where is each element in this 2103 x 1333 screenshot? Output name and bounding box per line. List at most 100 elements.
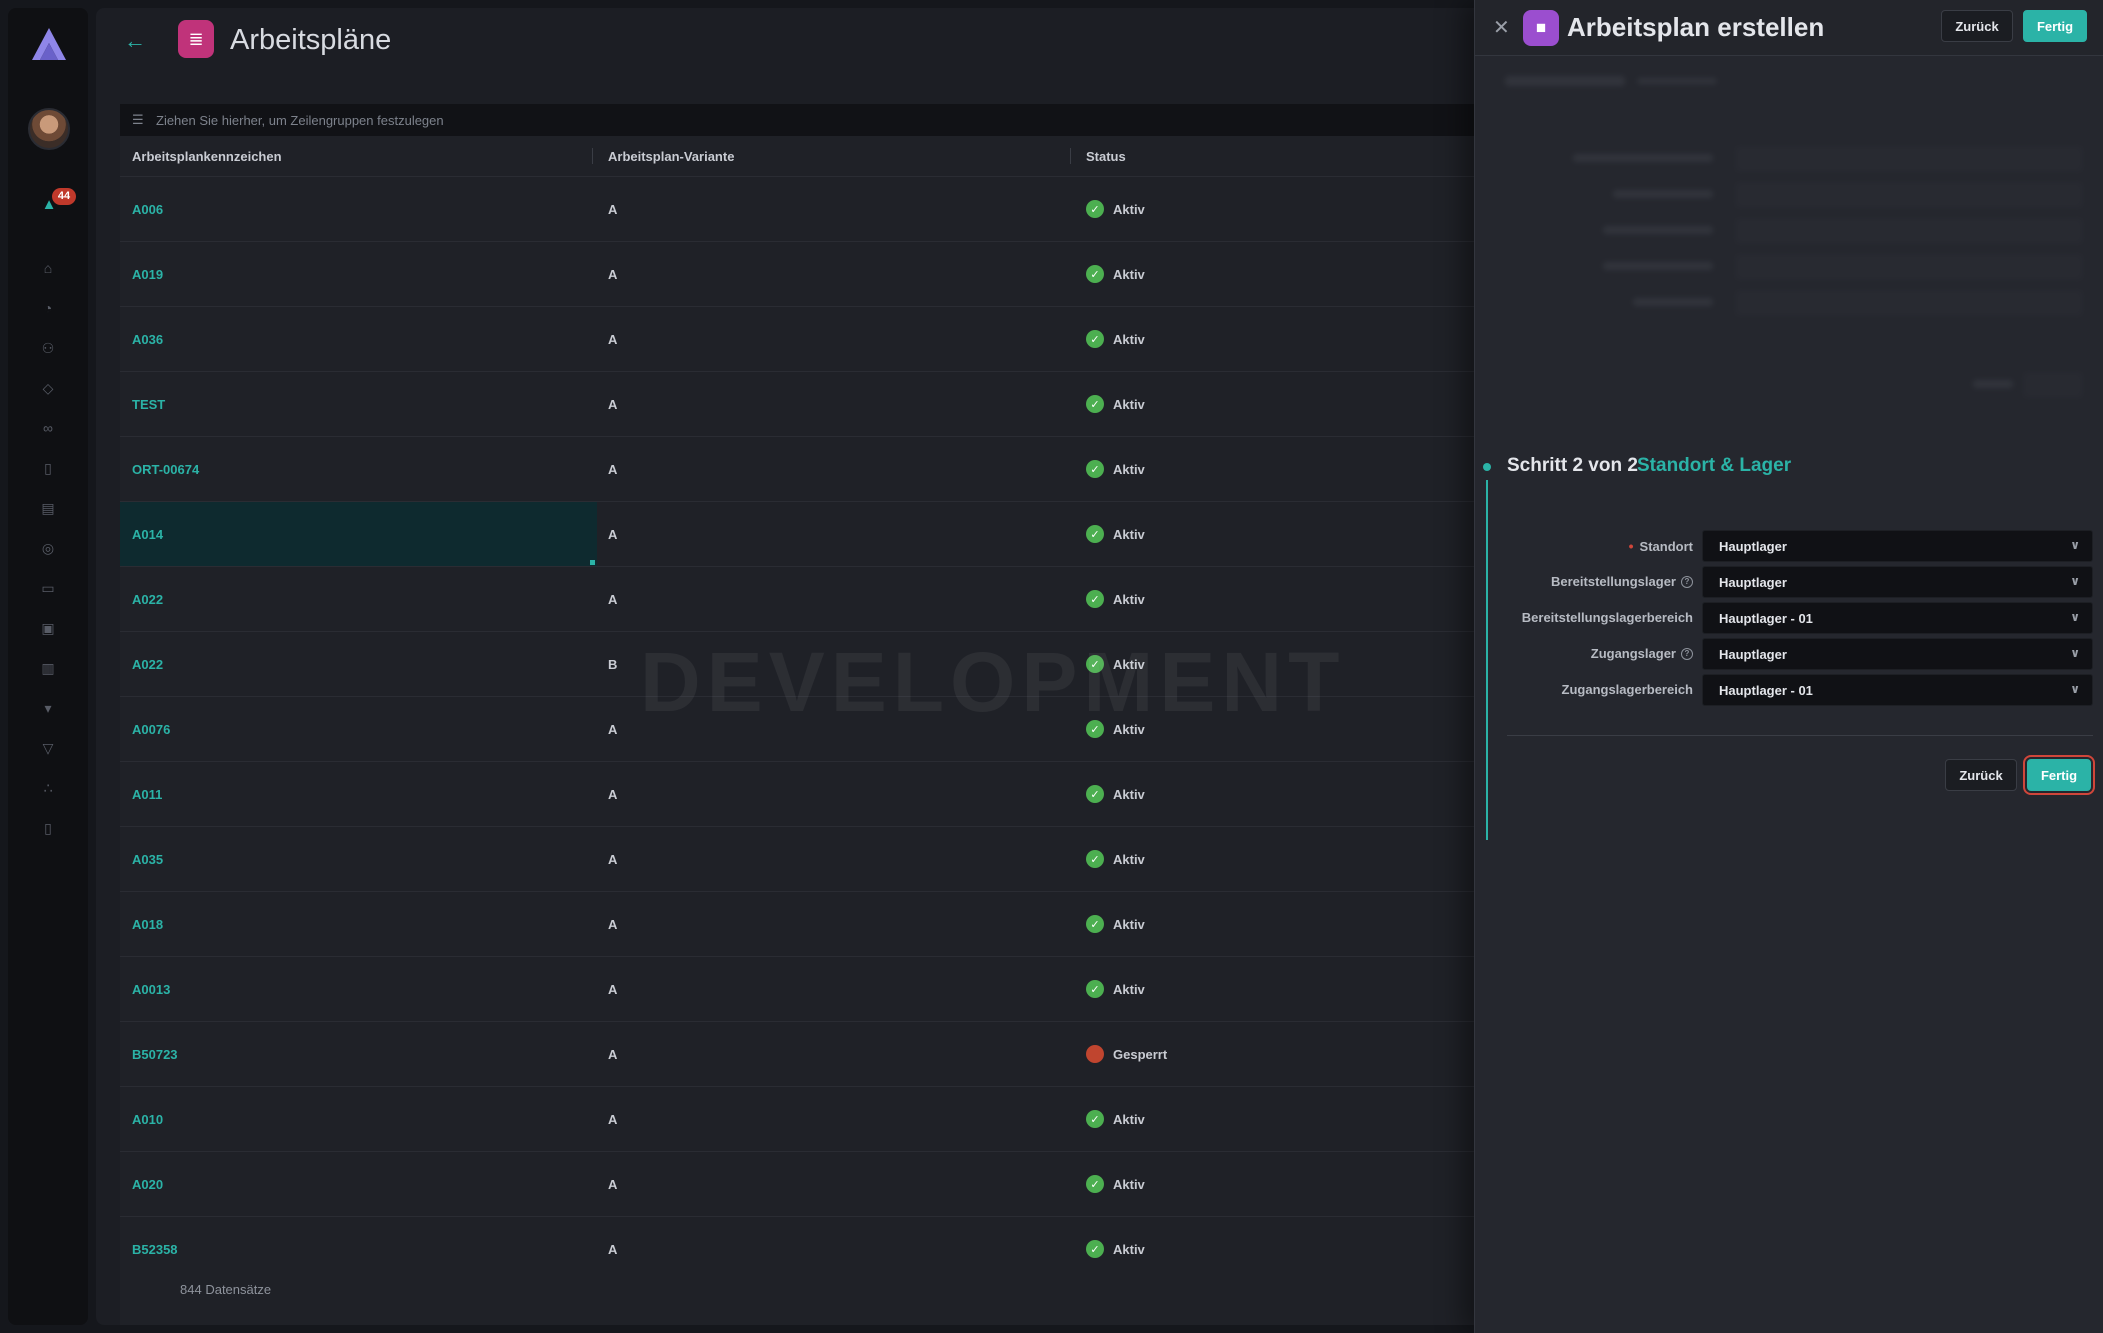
cell-kennzeichen[interactable]: A006 <box>120 177 597 241</box>
cell-kennzeichen[interactable]: A019 <box>120 242 597 306</box>
table-row[interactable]: A014 A ✓ Aktiv <box>120 501 1496 566</box>
clipboard-icon[interactable]: ▯ <box>8 448 88 488</box>
cell-kennzeichen[interactable]: ORT-00674 <box>120 437 597 501</box>
table-row[interactable]: ORT-00674 A ✓ Aktiv <box>120 436 1496 501</box>
table-row[interactable]: A020 A ✓ Aktiv <box>120 1151 1496 1216</box>
header-done-button[interactable]: Fertig <box>2023 10 2087 42</box>
cell-kennzeichen[interactable]: A010 <box>120 1087 597 1151</box>
bereitstellungslager-select[interactable]: Hauptlager ∨ <box>1702 566 2093 598</box>
column-header-variante[interactable]: Arbeitsplan-Variante <box>608 136 734 176</box>
table-row[interactable]: A011 A ✓ Aktiv <box>120 761 1496 826</box>
column-header-kennzeichen[interactable]: Arbeitsplankennzeichen <box>132 136 282 176</box>
document-list-icon: ≣ <box>178 20 214 58</box>
form-divider <box>1507 735 2093 736</box>
bereitstellungslagerbereich-select[interactable]: Hauptlager - 01 ∨ <box>1702 602 2093 634</box>
cell-variante: A <box>608 1176 618 1192</box>
cell-kennzeichen[interactable]: A011 <box>120 762 597 826</box>
avatar[interactable] <box>28 108 70 150</box>
cell-fill-handle[interactable] <box>590 560 595 565</box>
cell-kennzeichen[interactable]: A020 <box>120 1152 597 1216</box>
cell-kennzeichen[interactable]: TEST <box>120 372 597 436</box>
cell-status: ✓ Aktiv <box>1076 827 1496 891</box>
zugangslagerbereich-select[interactable]: Hauptlager - 01 ∨ <box>1702 674 2093 706</box>
users-icon[interactable]: ⚇ <box>8 328 88 368</box>
cell-kennzeichen[interactable]: B52358 <box>120 1217 597 1281</box>
status-label: Aktiv <box>1113 591 1145 607</box>
table-row[interactable]: A010 A ✓ Aktiv <box>120 1086 1496 1151</box>
column-resize-handle[interactable] <box>1070 148 1071 164</box>
table-row[interactable]: A006 A ✓ Aktiv <box>120 176 1496 241</box>
cell-status: ✓ Aktiv <box>1076 892 1496 956</box>
status-label: Aktiv <box>1113 1241 1145 1257</box>
cell-variante: A <box>608 1241 618 1257</box>
check-circle-icon: ✓ <box>1086 785 1104 803</box>
cell-kennzeichen[interactable]: A022 <box>120 632 597 696</box>
table-row[interactable]: A035 A ✓ Aktiv <box>120 826 1496 891</box>
cell-kennzeichen[interactable]: A0076 <box>120 697 597 761</box>
back-arrow-icon[interactable]: ← <box>124 28 146 54</box>
share-icon[interactable]: ∴ <box>8 768 88 808</box>
cell-status: ✓ Aktiv <box>1076 567 1496 631</box>
table-row[interactable]: A018 A ✓ Aktiv <box>120 891 1496 956</box>
dashboard-icon[interactable]: ◔ <box>8 288 88 328</box>
database-icon[interactable]: ▥ <box>8 648 88 688</box>
info-icon[interactable]: ? <box>1681 647 1693 660</box>
status-label: Aktiv <box>1113 916 1145 932</box>
cell-variante: A <box>608 201 618 217</box>
truck-icon: ■ <box>1523 10 1559 46</box>
shield-icon[interactable]: ▽ <box>8 728 88 768</box>
cell-status: ✓ Aktiv <box>1076 307 1496 371</box>
table-row[interactable]: A0013 A ✓ Aktiv <box>120 956 1496 1021</box>
cell-status: ✓ Aktiv <box>1076 437 1496 501</box>
location-icon[interactable]: ▾ <box>8 688 88 728</box>
table-row[interactable]: B52358 A ✓ Aktiv <box>120 1216 1496 1281</box>
cell-kennzeichen[interactable]: A0013 <box>120 957 597 1021</box>
cell-kennzeichen[interactable]: A018 <box>120 892 597 956</box>
table-row[interactable]: A019 A ✓ Aktiv <box>120 241 1496 306</box>
cell-variante: A <box>608 1111 618 1127</box>
data-grid: ☰ Ziehen Sie hierher, um Zeilengruppen f… <box>120 104 1496 1325</box>
column-resize-handle[interactable] <box>592 148 593 164</box>
column-header-status[interactable]: Status <box>1086 136 1126 176</box>
field-bereitstellungslager: Bereitstellungslager? Hauptlager ∨ <box>1475 566 2103 598</box>
table-row[interactable]: A022 A ✓ Aktiv <box>120 566 1496 631</box>
cell-variante: A <box>608 266 618 282</box>
app-logo-icon[interactable] <box>30 26 68 64</box>
status-label: Aktiv <box>1113 786 1145 802</box>
folder-icon[interactable]: ▭ <box>8 568 88 608</box>
record-count: 844 Datensätze <box>180 1282 271 1297</box>
cell-status: ✓ Aktiv <box>1076 242 1496 306</box>
field-label: Bereitstellungslager? <box>1551 574 1693 589</box>
done-button[interactable]: Fertig <box>2027 759 2091 791</box>
zugangslager-select[interactable]: Hauptlager ∨ <box>1702 638 2093 670</box>
check-circle-icon: ✓ <box>1086 525 1104 543</box>
chevron-down-icon: ∨ <box>2070 538 2080 552</box>
table-row[interactable]: B50723 A Gesperrt <box>120 1021 1496 1086</box>
field-label: Bereitstellungslagerbereich <box>1521 610 1693 625</box>
cell-kennzeichen[interactable]: A035 <box>120 827 597 891</box>
tag-icon[interactable]: ◇ <box>8 368 88 408</box>
cell-status: ✓ Aktiv <box>1076 762 1496 826</box>
table-row[interactable]: A036 A ✓ Aktiv <box>120 306 1496 371</box>
cell-status: ✓ Aktiv <box>1076 372 1496 436</box>
page-title: Arbeitspläne <box>230 24 392 56</box>
row-grouping-drop-zone[interactable]: ☰ Ziehen Sie hierher, um Zeilengruppen f… <box>120 104 1496 136</box>
home-icon[interactable]: ⌂ <box>8 248 88 288</box>
warehouse-icon[interactable]: ▤ <box>8 488 88 528</box>
back-button[interactable]: Zurück <box>1945 759 2017 791</box>
close-icon[interactable]: ✕ <box>1493 15 1510 40</box>
table-row[interactable]: TEST A ✓ Aktiv <box>120 371 1496 436</box>
field-label: Zugangslager? <box>1591 646 1693 661</box>
header-back-button[interactable]: Zurück <box>1941 10 2013 42</box>
medal-icon[interactable]: ◎ <box>8 528 88 568</box>
stack-icon[interactable]: ▣ <box>8 608 88 648</box>
info-icon[interactable]: ? <box>1681 575 1693 588</box>
document-icon[interactable]: ▯ <box>8 808 88 848</box>
standort-select[interactable]: Hauptlager ∨ <box>1702 530 2093 562</box>
cell-kennzeichen[interactable]: B50723 <box>120 1022 597 1086</box>
link-icon[interactable]: ∞ <box>8 408 88 448</box>
field-zugangslager: Zugangslager? Hauptlager ∨ <box>1475 638 2103 670</box>
cell-kennzeichen[interactable]: A022 <box>120 567 597 631</box>
cell-kennzeichen[interactable]: A014 <box>120 502 597 566</box>
cell-kennzeichen[interactable]: A036 <box>120 307 597 371</box>
